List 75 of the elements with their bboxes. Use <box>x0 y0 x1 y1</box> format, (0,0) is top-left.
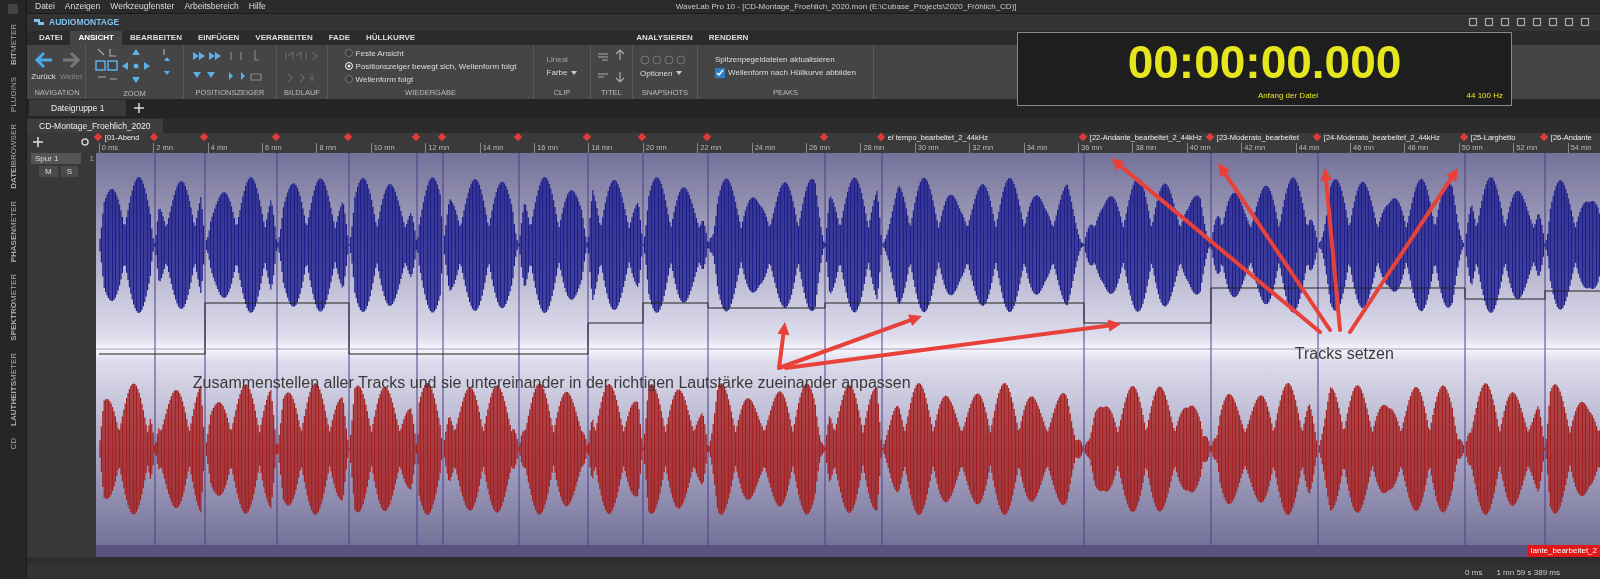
navigation-button[interactable]: Zurück <box>30 51 57 81</box>
arrow-left-icon <box>33 51 54 69</box>
montage-icon <box>33 17 45 28</box>
toolbar-icon[interactable] <box>1580 17 1590 28</box>
sample-rate: 44 100 Hz <box>1466 91 1503 100</box>
length-time: 1 mn 59 s 389 ms <box>1496 567 1560 577</box>
montage-tab[interactable]: CD-Montage_Froehlich_2020 <box>27 118 163 133</box>
side-panel-tab[interactable]: PLUGINS <box>8 74 18 114</box>
marker-icon[interactable] <box>1205 132 1215 142</box>
mute-button[interactable]: M <box>39 166 58 178</box>
marker-icon[interactable] <box>702 132 712 142</box>
side-panel-tab[interactable]: DATEIBROWSER <box>8 122 18 191</box>
app-logo-icon <box>8 4 18 14</box>
start-time: 0 ms <box>1465 567 1483 577</box>
toolbar-icon[interactable] <box>1468 17 1478 28</box>
toolbar-icon[interactable] <box>1548 17 1558 28</box>
toolbar-icon[interactable] <box>1516 17 1526 28</box>
arrow-right-icon <box>61 51 82 69</box>
side-panel-tab[interactable]: LAUTHEITSMETER <box>8 350 18 428</box>
menu-item[interactable]: Anzeigen <box>64 1 101 12</box>
checkbox[interactable] <box>715 67 726 78</box>
radio-button[interactable] <box>344 49 353 57</box>
settings-icon[interactable] <box>79 137 90 148</box>
side-panel-tab[interactable]: PHASENMETER <box>8 198 18 265</box>
time-readout: 00:00:00.000 <box>1127 35 1402 90</box>
caret-icon <box>676 71 683 75</box>
radio-label: Feste Ansicht <box>355 48 404 58</box>
track-name[interactable]: Spur 1 <box>31 153 81 165</box>
marker-icon[interactable] <box>1539 132 1549 142</box>
file-group-tab[interactable]: Dateigruppe 1 <box>29 100 127 117</box>
marker-icon[interactable] <box>1078 132 1088 142</box>
marker-icon[interactable] <box>819 132 829 142</box>
toolbar-icon[interactable] <box>1532 17 1542 28</box>
annotation-text: Zusammenstellen aller Tracks und sie untereinander in der richtigen Lautstärke zueinander anpassen <box>192 374 911 393</box>
marker-icon[interactable] <box>199 132 209 142</box>
clip-name-label: lante_bearbeitet_2 <box>1527 545 1600 558</box>
toolbar-icon[interactable] <box>1484 17 1494 28</box>
radio-button[interactable] <box>344 75 353 83</box>
window-title: WaveLab Pro 10 - [CD-Montage_Froehlich_2020.mon (E:\Cubase_Projects\2020_Fröhlich_CD)] <box>675 1 1017 11</box>
marker-icon[interactable] <box>1459 132 1469 142</box>
marker-icon[interactable] <box>343 132 353 142</box>
radio-label: Wellenform folgt <box>355 74 414 84</box>
caret-icon <box>571 70 578 75</box>
radio-label: Positionszeiger bewegt sich, Wellenform folgt <box>355 61 517 71</box>
marker-icon[interactable] <box>271 132 281 142</box>
side-panel-tab[interactable]: SPEKTROMETER <box>8 272 18 343</box>
time-ruler[interactable] <box>95 133 1600 154</box>
menu-item[interactable]: Hilfe <box>248 1 266 12</box>
marker-icon[interactable] <box>437 132 447 142</box>
marker-icon[interactable] <box>513 132 523 142</box>
side-panel-tab[interactable]: BITMETER <box>8 22 18 67</box>
color-dropdown[interactable]: Farbe <box>546 68 578 77</box>
workspace-title: AUDIOMONTAGE <box>49 17 120 28</box>
marker-icon[interactable] <box>1312 132 1322 142</box>
update-peaks-button[interactable]: Spitzenpegeldateien aktualisieren <box>715 54 856 64</box>
marker-icon[interactable] <box>93 132 103 142</box>
menu-item[interactable]: Werkzeugfenster <box>110 1 175 12</box>
options-dropdown[interactable]: Optionen <box>640 68 690 78</box>
marker-icon[interactable] <box>637 132 647 142</box>
toolbar-icon[interactable] <box>1564 17 1574 28</box>
marker-icon[interactable] <box>411 132 421 142</box>
add-icon[interactable] <box>134 103 145 114</box>
position-label: Anfang der Datei <box>1258 91 1319 100</box>
checkbox-label: Wellenform nach Hüllkurve abbilden <box>728 68 856 77</box>
side-panel-tab[interactable]: CD <box>8 435 18 452</box>
add-track-icon[interactable] <box>33 137 43 148</box>
solo-button[interactable]: S <box>60 166 78 178</box>
track-number: 1 <box>89 154 94 164</box>
marker-icon[interactable] <box>582 132 592 142</box>
toolbar-icon[interactable] <box>1500 17 1510 28</box>
marker-icon[interactable] <box>876 132 886 142</box>
annotation-text: Tracks setzen <box>1294 345 1394 364</box>
menu-item[interactable]: Arbeitsbereich <box>184 1 239 12</box>
menu-item[interactable]: Datei <box>35 1 55 12</box>
marker-icon[interactable] <box>149 132 159 142</box>
